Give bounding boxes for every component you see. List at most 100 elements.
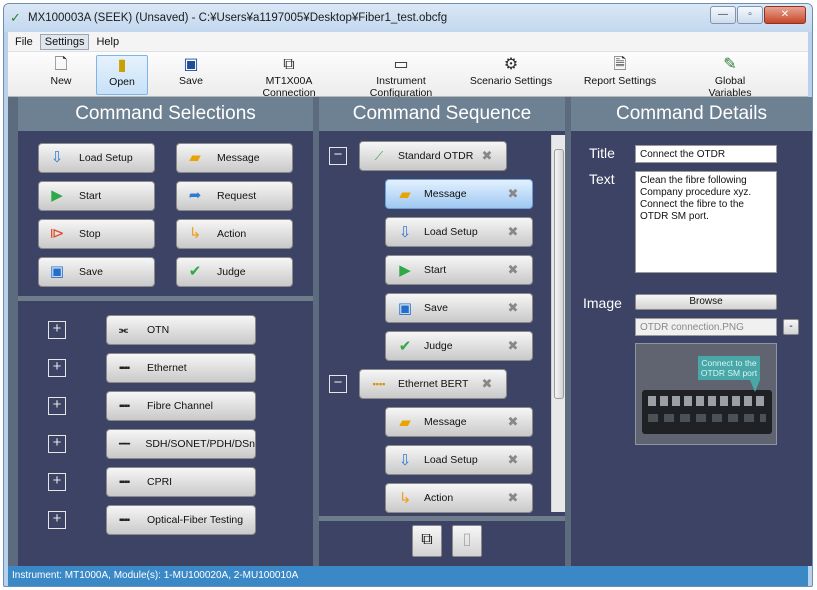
remove-image-button[interactable]: - bbox=[783, 319, 799, 335]
optical-fiber-icon: ▪▪▪▪ bbox=[119, 514, 130, 526]
remove-icon[interactable]: ✖ bbox=[506, 452, 520, 468]
sdh-icon: ━━ bbox=[119, 438, 130, 450]
remove-icon[interactable]: ✖ bbox=[506, 224, 520, 240]
sequence-item-load-setup-2[interactable]: ⇩ Load Setup ✖ bbox=[385, 445, 533, 475]
scenario-settings-button[interactable]: ⚙ Scenario Settings bbox=[468, 55, 554, 95]
category-otn[interactable]: ⫘ OTN bbox=[106, 315, 256, 345]
load-setup-icon: ⇩ bbox=[398, 452, 412, 469]
image-filename-field: OTDR connection.PNG bbox=[635, 318, 777, 336]
expand-sdh-icon[interactable]: + bbox=[48, 435, 66, 453]
scenario-gear-icon: ⚙ bbox=[503, 56, 519, 73]
category-optical-fiber-testing[interactable]: ▪▪▪▪ Optical-Fiber Testing bbox=[106, 505, 256, 535]
paste-button[interactable]: ▯ bbox=[452, 525, 482, 557]
title-label: Title bbox=[589, 145, 615, 161]
minimize-button[interactable]: — bbox=[710, 6, 736, 24]
open-button[interactable]: ▮ Open bbox=[96, 55, 148, 95]
load-setup-command[interactable]: ⇩ Load Setup bbox=[38, 143, 155, 173]
category-panel: + ⫘ OTN + ▪▪▪▪ Ethernet + ▪▪▪▪ Fibre Cha… bbox=[18, 301, 313, 566]
save-command[interactable]: ▣ Save bbox=[38, 257, 155, 287]
menu-file[interactable]: File bbox=[10, 34, 38, 50]
message-command[interactable]: ▰ Message bbox=[176, 143, 293, 173]
category-sdh-sonet[interactable]: ━━ SDH/SONET/PDH/DSn bbox=[106, 429, 256, 459]
sequence-item-start[interactable]: ▶ Start ✖ bbox=[385, 255, 533, 285]
message-label: Message bbox=[217, 152, 260, 164]
sequence-item-message-2[interactable]: ▰ Message ✖ bbox=[385, 407, 533, 437]
stop-command[interactable]: ⧐ Stop bbox=[38, 219, 155, 249]
port-row-2 bbox=[648, 414, 766, 422]
otdr-icon: ⟋ bbox=[374, 148, 384, 163]
new-file-icon: 🗋 bbox=[54, 56, 68, 73]
title-field[interactable]: Connect the OTDR bbox=[635, 145, 777, 163]
action-icon: ↳ bbox=[398, 490, 412, 507]
menu-help[interactable]: Help bbox=[91, 34, 124, 50]
expand-ethernet-icon[interactable]: + bbox=[48, 359, 66, 377]
save-toolbar-button[interactable]: ▣ Save bbox=[168, 55, 214, 95]
judge-icon: ✔ bbox=[398, 338, 412, 355]
command-sequence-header: Command Sequence bbox=[319, 97, 565, 131]
category-ethernet[interactable]: ▪▪▪▪ Ethernet bbox=[106, 353, 256, 383]
global-label: Global Variables bbox=[708, 75, 752, 99]
report-settings-button[interactable]: 🗎 Report Settings bbox=[582, 55, 658, 95]
maximize-button[interactable]: ▫ bbox=[737, 6, 763, 24]
status-bar: Instrument: MT1000A, Module(s): 1-MU1000… bbox=[8, 566, 808, 586]
window-title: MX100003A (SEEK) (Unsaved) - C:¥Users¥a1… bbox=[28, 12, 448, 24]
image-preview: Connect to the OTDR SM port bbox=[635, 343, 777, 445]
request-command[interactable]: ➦ Request bbox=[176, 181, 293, 211]
load-setup-icon: ⇩ bbox=[398, 224, 412, 241]
connection-icon: ⧉ bbox=[283, 56, 295, 73]
start-command[interactable]: ▶ Start bbox=[38, 181, 155, 211]
request-icon: ➦ bbox=[188, 187, 202, 204]
mt1x00a-connection-button[interactable]: ⧉ MT1X00A Connection bbox=[240, 55, 338, 99]
collapse-standard-otdr-icon[interactable]: − bbox=[329, 147, 347, 165]
callout-pointer bbox=[750, 380, 760, 392]
global-variables-button[interactable]: ✎ Global Variables bbox=[692, 55, 768, 99]
expand-optical-fiber-icon[interactable]: + bbox=[48, 511, 66, 529]
remove-icon[interactable]: ✖ bbox=[506, 262, 520, 278]
text-field[interactable]: Clean the fibre following Company proced… bbox=[635, 171, 777, 273]
action-command[interactable]: ↳ Action bbox=[176, 219, 293, 249]
expand-fibre-channel-icon[interactable]: + bbox=[48, 397, 66, 415]
sequence-item-save[interactable]: ▣ Save ✖ bbox=[385, 293, 533, 323]
report-document-icon: 🗎 bbox=[613, 56, 627, 73]
category-otn-label: OTN bbox=[147, 324, 170, 336]
monitor-icon: ▭ bbox=[393, 56, 409, 73]
sequence-item-message[interactable]: ▰ Message ✖ bbox=[385, 179, 533, 209]
remove-icon[interactable]: ✖ bbox=[506, 490, 520, 506]
expand-otn-icon[interactable]: + bbox=[48, 321, 66, 339]
stop-label: Stop bbox=[79, 228, 101, 240]
copy-button[interactable]: ⧉ bbox=[412, 525, 442, 557]
category-fibre-channel-label: Fibre Channel bbox=[147, 400, 213, 412]
menu-settings[interactable]: Settings bbox=[39, 33, 90, 50]
main-area: Command Selections Command Sequence Comm… bbox=[8, 97, 812, 566]
instrument-configuration-button[interactable]: ▭ Instrument Configuration bbox=[344, 55, 458, 99]
judge-command[interactable]: ✔ Judge bbox=[176, 257, 293, 287]
remove-icon[interactable]: ✖ bbox=[506, 414, 520, 430]
new-button[interactable]: 🗋 New bbox=[38, 55, 84, 95]
remove-icon[interactable]: ✖ bbox=[480, 148, 494, 164]
report-label: Report Settings bbox=[583, 75, 657, 87]
sequence-group-standard-otdr[interactable]: ⟋ Standard OTDR ✖ bbox=[359, 141, 507, 171]
remove-icon[interactable]: ✖ bbox=[506, 186, 520, 202]
remove-icon[interactable]: ✖ bbox=[506, 300, 520, 316]
sequence-item-label: Judge bbox=[424, 340, 453, 352]
sequence-item-action[interactable]: ↳ Action ✖ bbox=[385, 483, 533, 513]
remove-icon[interactable]: ✖ bbox=[506, 338, 520, 354]
sequence-item-label: Load Setup bbox=[424, 226, 478, 238]
category-optical-fiber-label: Optical-Fiber Testing bbox=[147, 514, 244, 526]
new-label: New bbox=[50, 75, 72, 87]
scrollbar-thumb[interactable] bbox=[554, 149, 564, 399]
category-fibre-channel[interactable]: ▪▪▪▪ Fibre Channel bbox=[106, 391, 256, 421]
category-cpri[interactable]: ▪▪▪▪ CPRI bbox=[106, 467, 256, 497]
browse-button[interactable]: Browse bbox=[635, 294, 777, 310]
sequence-item-load-setup[interactable]: ⇩ Load Setup ✖ bbox=[385, 217, 533, 247]
menu-bar: File Settings Help bbox=[8, 32, 808, 52]
message-icon: ▰ bbox=[189, 149, 201, 166]
judge-icon: ✔ bbox=[188, 263, 202, 280]
close-button[interactable]: ✕ bbox=[764, 6, 806, 24]
sequence-item-judge[interactable]: ✔ Judge ✖ bbox=[385, 331, 533, 361]
expand-cpri-icon[interactable]: + bbox=[48, 473, 66, 491]
collapse-ethernet-bert-icon[interactable]: − bbox=[329, 375, 347, 393]
sequence-group-ethernet-bert[interactable]: ▪▪▪▪ Ethernet BERT ✖ bbox=[359, 369, 507, 399]
remove-icon[interactable]: ✖ bbox=[480, 376, 494, 392]
sequence-scrollbar[interactable] bbox=[551, 135, 565, 512]
